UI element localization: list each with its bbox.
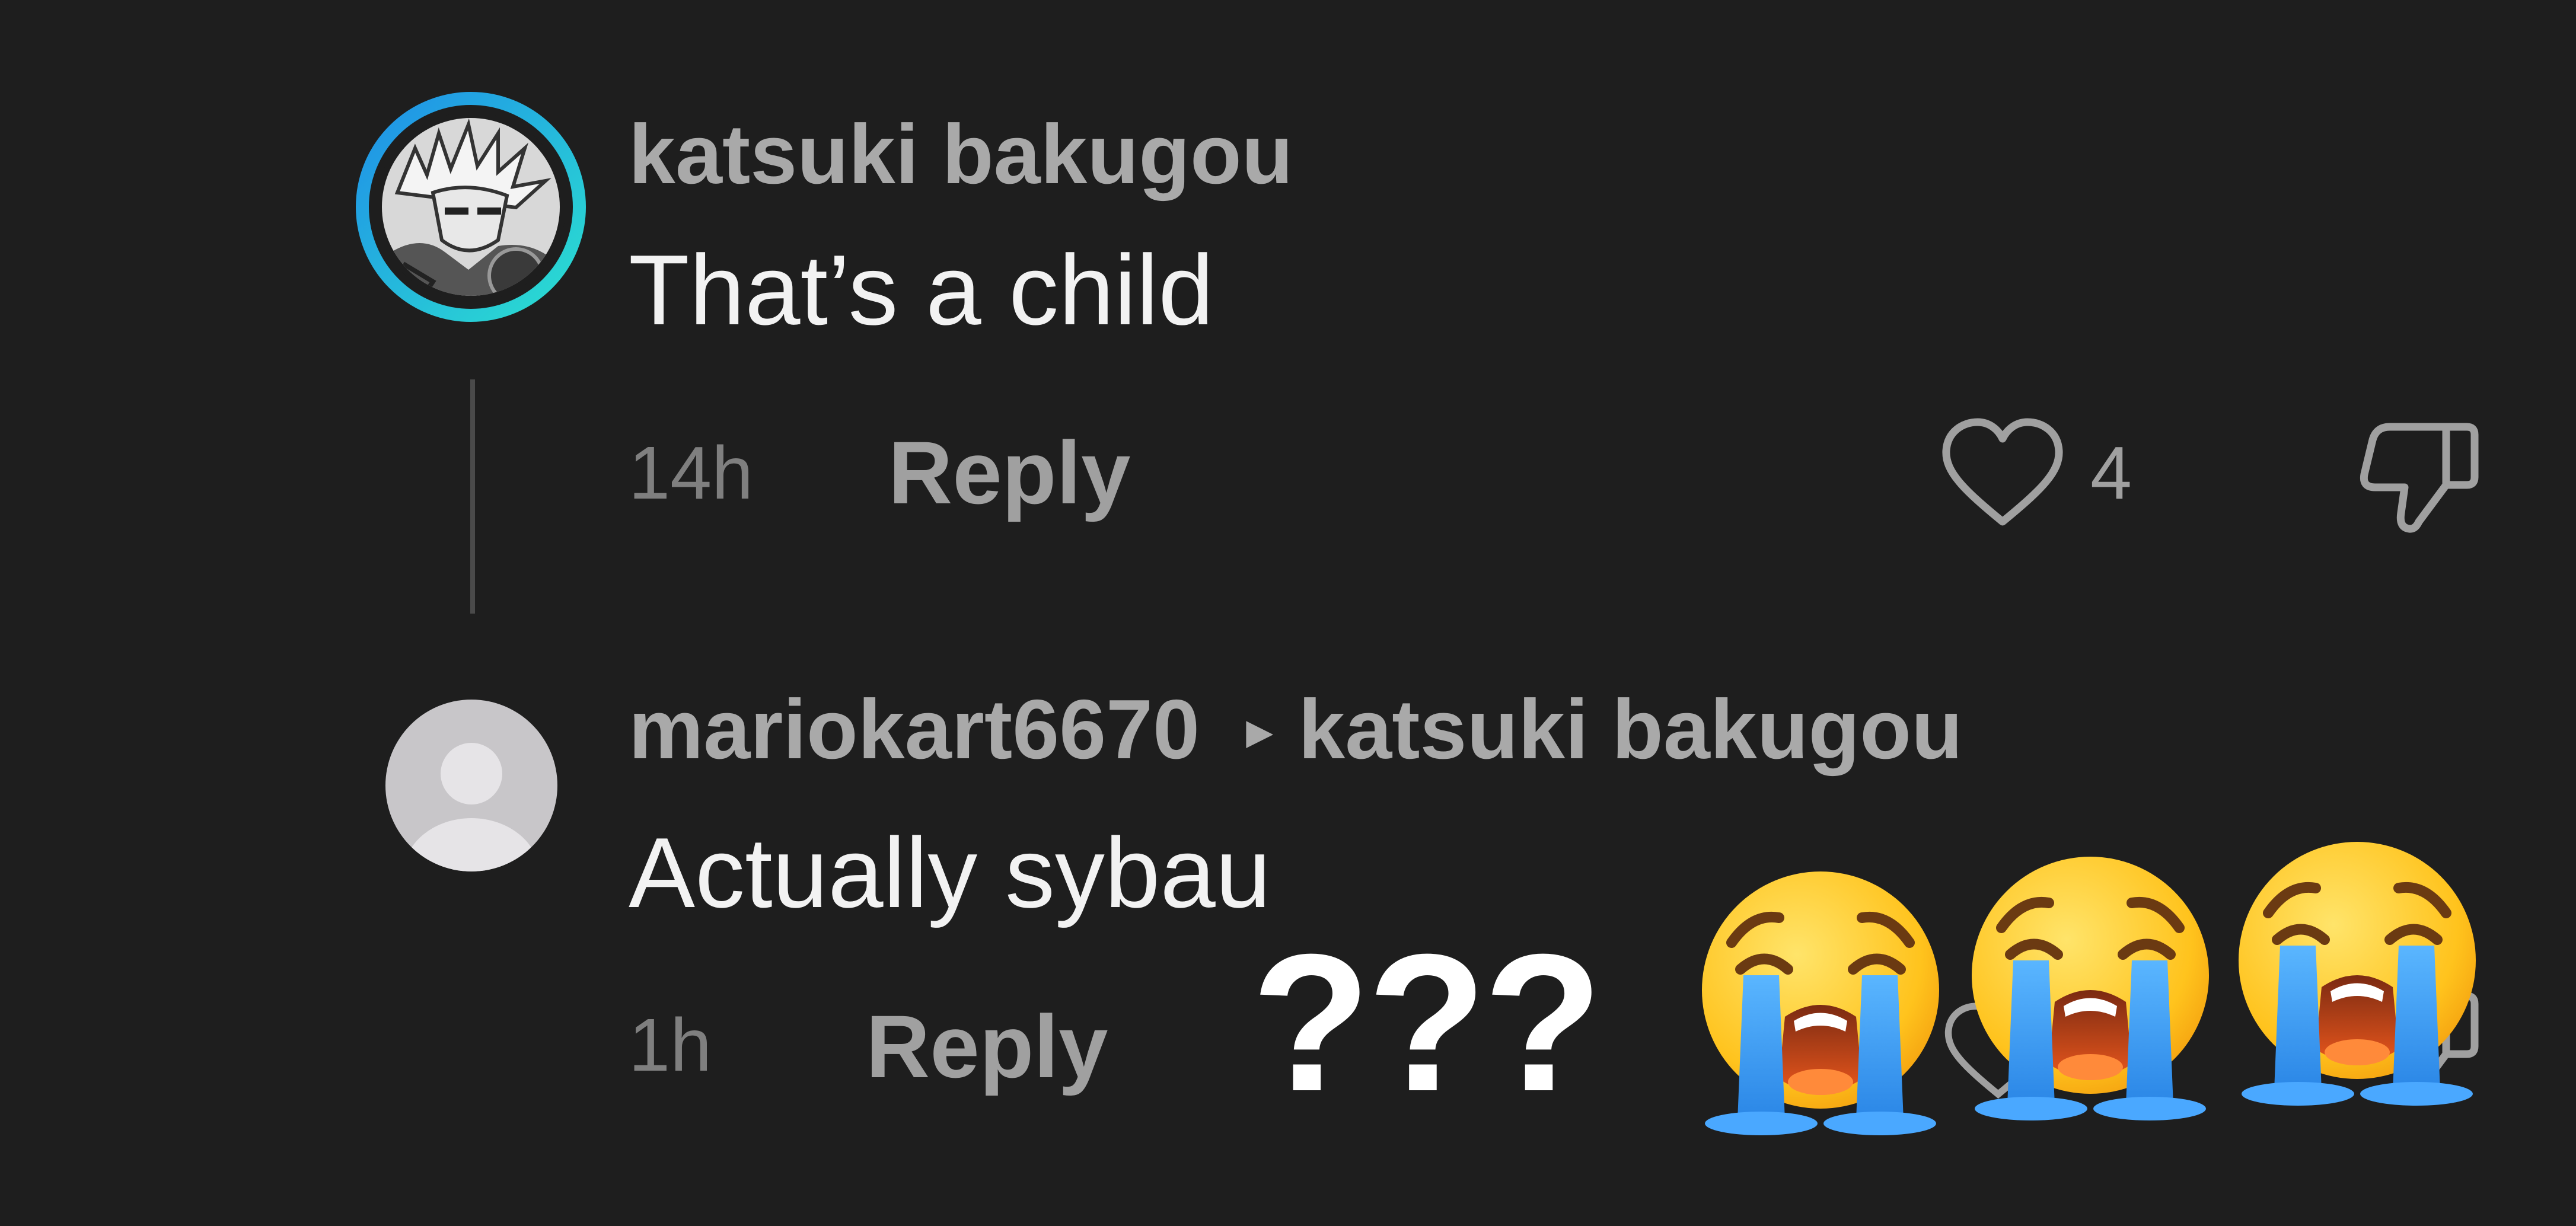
avatar-image [356, 92, 586, 322]
loudly-crying-face-icon [2227, 842, 2488, 1109]
comment-username[interactable]: mariokart6670 [629, 688, 1200, 772]
reply-arrow-icon: ▸ [1246, 700, 1274, 761]
avatar[interactable] [356, 92, 586, 322]
heart-icon [1942, 418, 2063, 526]
avatar[interactable] [385, 700, 557, 871]
overlay-question-marks: ??? [1251, 913, 1603, 1132]
dislike-button[interactable] [2357, 415, 2482, 537]
loudly-crying-face-icon [1960, 857, 2221, 1123]
comment-timestamp: 14h [629, 431, 754, 515]
reply-button[interactable]: Reply [866, 1002, 1108, 1091]
comment-username[interactable]: katsuki bakugou [629, 113, 1293, 197]
comment-timestamp: 1h [629, 1003, 712, 1087]
thread-line [470, 379, 475, 614]
thumbs-down-icon [2360, 423, 2479, 533]
reply-to-username[interactable]: katsuki bakugou [1298, 688, 1962, 772]
default-avatar-icon [385, 700, 557, 871]
reply-button[interactable]: Reply [888, 428, 1130, 517]
comment-text: That’s a child [629, 234, 1214, 346]
comment-text: Actually sybau [629, 817, 1271, 928]
like-count: 4 [2090, 431, 2132, 515]
loudly-crying-face-icon [1690, 871, 1951, 1138]
comment-header: mariokart6670 ▸ katsuki bakugou [629, 688, 1963, 772]
like-button[interactable] [1939, 415, 2067, 534]
